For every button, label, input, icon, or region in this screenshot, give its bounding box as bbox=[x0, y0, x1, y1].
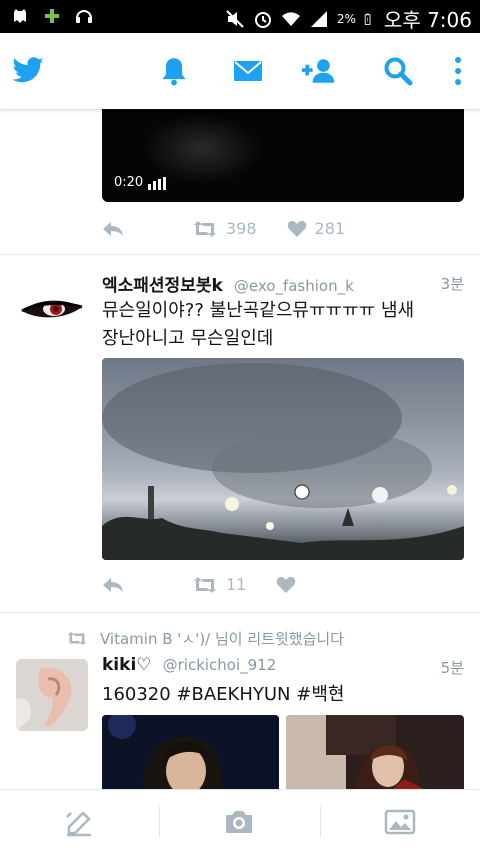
like-count: 281 bbox=[314, 219, 346, 238]
status-bar: 2% ! 오후 7:06 bbox=[0, 0, 480, 33]
twitter-bird-icon[interactable] bbox=[10, 53, 46, 89]
tweet-text-line: 장난아니고 무슨일인데 bbox=[102, 328, 274, 349]
alarm-icon bbox=[254, 11, 271, 28]
add-user-icon[interactable] bbox=[300, 53, 336, 89]
reply-icon bbox=[103, 577, 123, 592]
camera-icon[interactable] bbox=[221, 804, 257, 840]
tweet-photo[interactable] bbox=[102, 715, 279, 789]
mail-icon[interactable] bbox=[230, 53, 266, 89]
reply-icon bbox=[103, 221, 123, 236]
tweet-actions: 11 bbox=[102, 575, 304, 594]
divider bbox=[0, 254, 480, 255]
heart-icon bbox=[287, 220, 306, 237]
tweet-video[interactable]: 0:20 bbox=[102, 109, 464, 202]
battery-percent: 2% bbox=[336, 11, 356, 26]
volume-icon bbox=[148, 177, 166, 190]
retweeted-by-text[interactable]: Vitamin B 'ㅅ')/ 님이 리트윗했습니다 bbox=[100, 628, 344, 649]
retweet-context: Vitamin B 'ㅅ')/ 님이 리트윗했습니다 bbox=[66, 628, 344, 649]
plus-icon bbox=[45, 9, 59, 23]
avatar[interactable] bbox=[16, 659, 88, 731]
bottom-toolbar bbox=[0, 789, 480, 853]
retweet-icon bbox=[194, 220, 216, 237]
tweet-text-line: 뮤슨일이야?? 불난곡같으뮤ㅠㅠㅠㅠ 냄새 bbox=[102, 300, 415, 321]
reply-button[interactable] bbox=[102, 577, 124, 593]
like-button[interactable] bbox=[276, 576, 304, 594]
retweet-button[interactable]: 11 bbox=[192, 575, 246, 594]
retweet-button[interactable]: 398 bbox=[192, 219, 257, 238]
retweet-icon bbox=[194, 576, 216, 593]
ghost-icon bbox=[14, 9, 26, 23]
like-button[interactable]: 281 bbox=[287, 219, 346, 238]
user-handle[interactable]: @rickichoi_912 bbox=[163, 656, 277, 674]
reply-button[interactable] bbox=[102, 221, 124, 237]
svg-text:!: ! bbox=[366, 17, 368, 24]
separator bbox=[320, 806, 321, 838]
tweet-header: kiki♡ @rickichoi_912 bbox=[102, 655, 276, 675]
separator bbox=[159, 806, 160, 838]
retweet-count: 398 bbox=[226, 219, 257, 238]
divider bbox=[0, 612, 480, 613]
tweet-text: 160320 #BAEKHYUN #백현 bbox=[102, 684, 345, 705]
retweet-icon bbox=[67, 631, 87, 646]
clock: 오후 7:06 bbox=[383, 8, 472, 32]
wifi-icon bbox=[281, 11, 300, 26]
user-name[interactable]: kiki♡ bbox=[102, 655, 152, 675]
retweet-count: 11 bbox=[226, 575, 247, 594]
mute-icon bbox=[226, 9, 244, 28]
tweet-text: 뮤슨일이야?? 불난곡같으뮤ㅠㅠㅠㅠ 냄새 장난아니고 무슨일인데 bbox=[102, 297, 462, 353]
bell-icon[interactable] bbox=[156, 53, 192, 89]
tweet-time: 5분 bbox=[440, 659, 464, 677]
more-icon[interactable] bbox=[440, 53, 476, 89]
compose-icon[interactable] bbox=[62, 804, 98, 840]
search-icon[interactable] bbox=[380, 53, 416, 89]
tweet-time: 3분 bbox=[440, 275, 464, 293]
app-bar bbox=[0, 33, 480, 109]
video-duration: 0:20 bbox=[114, 175, 144, 190]
user-name[interactable]: 엑소패션정보봇k bbox=[102, 276, 223, 296]
user-handle[interactable]: @exo_fashion_k bbox=[234, 277, 354, 295]
tweet-header: 엑소패션정보봇k @exo_fashion_k bbox=[102, 271, 354, 296]
heart-icon bbox=[277, 576, 296, 593]
timeline[interactable]: 0:20 398 281 엑소패션정보봇k @exo_fashion_k 3분 … bbox=[0, 109, 480, 789]
avatar[interactable] bbox=[16, 277, 88, 349]
gallery-icon[interactable] bbox=[382, 804, 418, 840]
tweet-photo[interactable] bbox=[102, 358, 464, 560]
tweet-actions: 398 281 bbox=[102, 219, 345, 238]
battery-icon: ! bbox=[364, 13, 371, 25]
signal-icon bbox=[310, 10, 327, 27]
headphones-icon bbox=[76, 10, 92, 23]
tweet-photo[interactable] bbox=[286, 715, 464, 789]
